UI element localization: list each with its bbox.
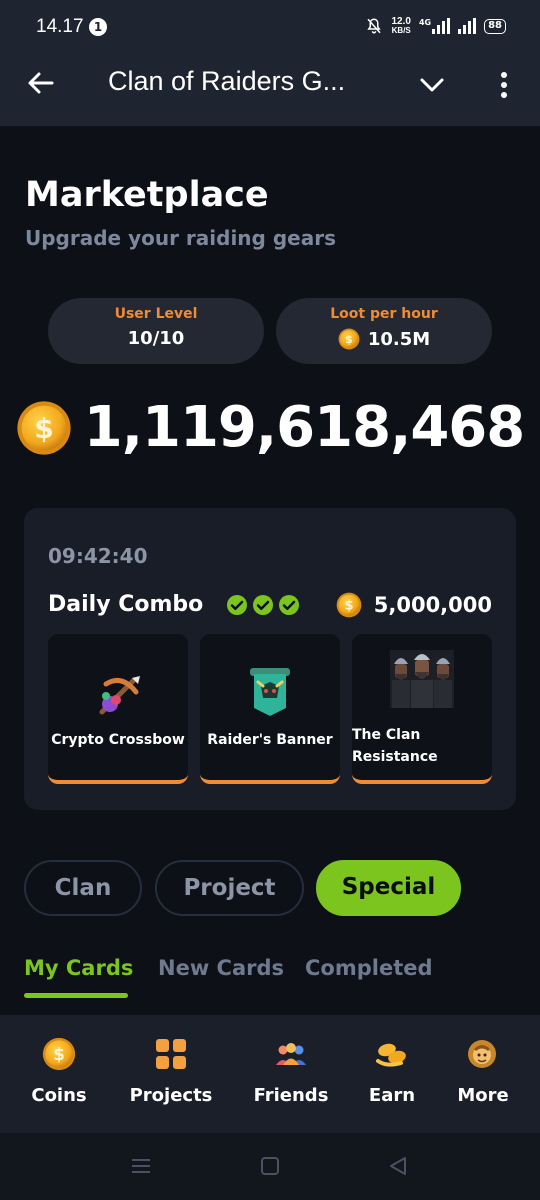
user-level-value: 10/10 <box>127 328 185 349</box>
status-indicators: 12.0 KB/S 4G 88 <box>365 14 506 38</box>
network-type: 4G <box>418 18 432 27</box>
home-icon[interactable] <box>260 1155 280 1177</box>
combo-card-crypto-crossbow[interactable]: Crypto Crossbow <box>48 634 188 784</box>
system-navigation-bar <box>0 1133 540 1200</box>
status-time: 14.17 <box>36 16 84 37</box>
mute-bell-icon <box>367 18 382 34</box>
more-vertical-icon[interactable] <box>496 69 512 101</box>
grid-icon <box>156 1039 186 1069</box>
crossbow-icon <box>99 676 140 715</box>
coin-icon <box>42 1037 76 1071</box>
tab-project[interactable]: Project <box>155 860 304 916</box>
coin-icon <box>16 400 72 456</box>
network-speed-value: 12.0 <box>391 16 411 27</box>
signal-4g-icon: 4G <box>418 18 451 34</box>
balance-value: 1,119,618,468 <box>83 395 525 460</box>
combo-title: Daily Combo <box>48 592 204 617</box>
tab-completed[interactable]: Completed <box>305 956 433 980</box>
check-icon <box>253 595 273 615</box>
nav-label: Coins <box>31 1085 87 1106</box>
battery-icon: 88 <box>484 18 506 34</box>
more-avatar-icon <box>468 1040 496 1068</box>
friends-icon <box>276 1043 306 1065</box>
active-tab-indicator <box>24 993 128 998</box>
notification-count-badge: 1 <box>89 18 107 36</box>
combo-reward: 5,000,000 <box>336 592 492 618</box>
coin-icon <box>338 328 360 350</box>
loot-per-hour-label: Loot per hour <box>330 306 438 322</box>
network-speed: 12.0 KB/S <box>391 16 411 36</box>
coin-balance: 1,119,618,468 <box>0 395 540 460</box>
page-title: Marketplace <box>25 175 269 215</box>
banner-icon <box>250 668 290 716</box>
loot-per-hour-value: 10.5M <box>367 328 431 350</box>
combo-card-name: The Clan Resistance <box>352 727 438 765</box>
combo-card-clan-resistance[interactable]: The Clan Resistance <box>352 634 492 784</box>
tab-new-cards[interactable]: New Cards <box>158 956 284 980</box>
tab-clan[interactable]: Clan <box>24 860 142 916</box>
loot-per-hour-pill: Loot per hour 10.5M <box>276 298 492 364</box>
nav-label: Friends <box>253 1085 329 1106</box>
chevron-down-icon[interactable] <box>418 71 446 99</box>
coin-icon <box>336 592 362 618</box>
tab-special[interactable]: Special <box>316 860 461 916</box>
daily-combo-panel: 09:42:40 Daily Combo 5,000,000 Crypto Cr… <box>24 508 516 810</box>
user-level-pill: User Level 10/10 <box>48 298 264 364</box>
warriors-image <box>390 650 454 708</box>
combo-card-raiders-banner[interactable]: Raider's Banner <box>200 634 340 784</box>
check-icon <box>279 595 299 615</box>
combo-timer: 09:42:40 <box>48 544 148 568</box>
combo-card-name: Raider's Banner <box>207 732 333 748</box>
user-level-label: User Level <box>114 306 198 322</box>
combo-card-name: Crypto Crossbow <box>51 732 185 748</box>
back-triangle-icon[interactable] <box>388 1155 408 1177</box>
back-arrow-icon[interactable] <box>24 66 58 100</box>
nav-label: Projects <box>129 1085 213 1106</box>
combo-progress <box>226 594 300 616</box>
bottom-navigation: Coins Projects Friends Earn More <box>0 1015 540 1133</box>
app-bar: Clan of Raiders G... <box>0 52 540 126</box>
check-icon <box>227 595 247 615</box>
page-subtitle: Upgrade your raiding gears <box>25 226 336 250</box>
network-speed-unit: KB/S <box>391 26 411 35</box>
status-bar: 14.17 1 12.0 KB/S 4G 88 <box>0 0 540 52</box>
tab-my-cards[interactable]: My Cards <box>24 956 133 980</box>
app-title: Clan of Raiders G... <box>108 66 346 96</box>
signal-icon <box>458 18 477 34</box>
nav-label: More <box>457 1085 509 1106</box>
combo-reward-value: 5,000,000 <box>373 593 492 617</box>
earn-icon <box>376 1043 406 1067</box>
recent-apps-icon[interactable] <box>130 1155 152 1177</box>
